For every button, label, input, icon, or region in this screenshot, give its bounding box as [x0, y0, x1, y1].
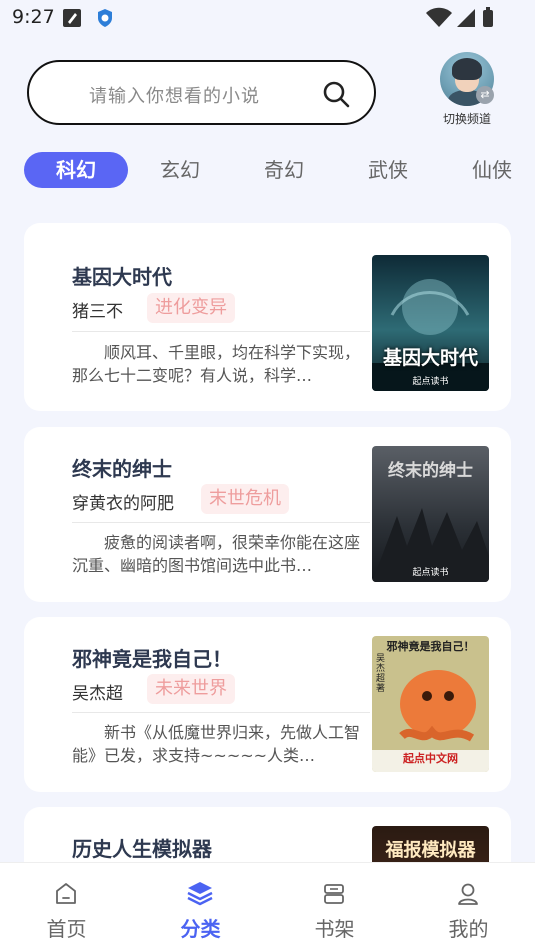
book-author: 猪三不 — [72, 302, 123, 322]
search-icon[interactable] — [322, 80, 350, 112]
bottom-nav: 首页 分类 书架 我的 — [0, 862, 535, 951]
cover-publisher: 起点读书 — [412, 568, 449, 578]
status-bar: 9:27 — [0, 0, 535, 36]
book-title: 基因大时代 — [72, 265, 172, 289]
book-card[interactable]: 邪神竟是我自己！ 吴杰超 未来世界 新书《从低魔世界归来，先做人工智能》已发，求… — [24, 617, 511, 792]
book-title: 历史人生模拟器 — [72, 837, 212, 861]
cover-publisher: 起点读书 — [412, 377, 449, 387]
search-input[interactable]: 请输入你想看的小说 — [27, 60, 376, 125]
cover-title: 终末的绅士 — [388, 461, 473, 481]
home-icon — [54, 881, 78, 907]
book-cover: 基因大时代 起点读书 — [372, 255, 489, 391]
book-title: 终末的绅士 — [72, 457, 172, 481]
divider — [72, 331, 370, 332]
book-description: 疲惫的阅读者啊，很荣幸你能在这座沉重、幽暗的图书馆间选中此书… — [72, 533, 361, 575]
nav-home[interactable]: 首页 — [0, 863, 133, 951]
book-cover: 终末的绅士 起点读书 — [372, 446, 489, 582]
book-tag: 进化变异 — [147, 293, 235, 323]
book-cover: 邪神竟是我自己！ 吴杰超著 起点中文网 — [372, 636, 489, 772]
cover-title: 基因大时代 — [382, 347, 478, 369]
divider — [72, 712, 370, 713]
book-card[interactable]: 终末的绅士 穿黄衣的阿肥 末世危机 疲惫的阅读者啊，很荣幸你能在这座沉重、幽暗的… — [24, 427, 511, 602]
user-icon — [456, 881, 480, 907]
layers-icon — [186, 879, 214, 906]
book-title: 邪神竟是我自己！ — [72, 647, 232, 671]
book-tag: 末世危机 — [201, 484, 289, 514]
nav-bookshelf[interactable]: 书架 — [268, 863, 401, 951]
cover-title: 邪神竟是我自己！ — [386, 640, 475, 653]
cover-title: 福报模拟器 — [385, 840, 476, 861]
tab-fantasy[interactable]: 奇幻 — [250, 152, 318, 188]
swap-icon: ⇄ — [476, 86, 494, 104]
status-time: 9:27 — [12, 6, 55, 28]
book-author: 吴杰超 — [72, 684, 123, 704]
tab-wuxia[interactable]: 武侠 — [354, 152, 422, 188]
nav-category[interactable]: 分类 — [134, 863, 267, 951]
nav-home-label: 首页 — [46, 917, 87, 941]
cover-publisher: 起点中文网 — [403, 752, 458, 765]
tab-sci-fi[interactable]: 科幻 — [24, 152, 128, 188]
bookshelf-icon — [322, 881, 346, 907]
book-author: 穿黄衣的阿肥 — [72, 494, 174, 514]
nav-profile[interactable]: 我的 — [402, 863, 535, 951]
nav-profile-label: 我的 — [448, 917, 489, 941]
tab-xuanhuan[interactable]: 玄幻 — [146, 152, 214, 188]
category-tabs: 科幻 玄幻 奇幻 武侠 仙侠 — [24, 152, 535, 188]
cover-author: 吴杰超著 — [376, 654, 386, 694]
book-card[interactable]: 基因大时代 猪三不 进化变异 顺风耳、千里眼，均在科学下实现，那么七十二变呢？有… — [24, 223, 511, 411]
edit-notification-icon — [62, 8, 82, 32]
book-description: 顺风耳、千里眼，均在科学下实现，那么七十二变呢？有人说，科学… — [72, 343, 361, 385]
status-icons — [425, 7, 495, 33]
tab-xianxia[interactable]: 仙侠 — [458, 152, 526, 188]
nav-category-label: 分类 — [180, 917, 221, 941]
battery-icon — [483, 10, 493, 27]
search-placeholder: 请输入你想看的小说 — [89, 86, 260, 107]
channel-switch-label: 切换频道 — [442, 112, 491, 126]
wifi-icon — [426, 7, 452, 27]
channel-switch-button[interactable]: ⇄ 切换频道 — [436, 52, 498, 128]
book-description: 新书《从低魔世界归来，先做人工智能》已发，求支持~~~~~人类… — [72, 723, 361, 765]
shield-icon — [95, 8, 115, 32]
book-tag: 未来世界 — [147, 674, 235, 704]
nav-bookshelf-label: 书架 — [314, 917, 355, 941]
divider — [72, 522, 370, 523]
signal-icon — [457, 9, 475, 27]
